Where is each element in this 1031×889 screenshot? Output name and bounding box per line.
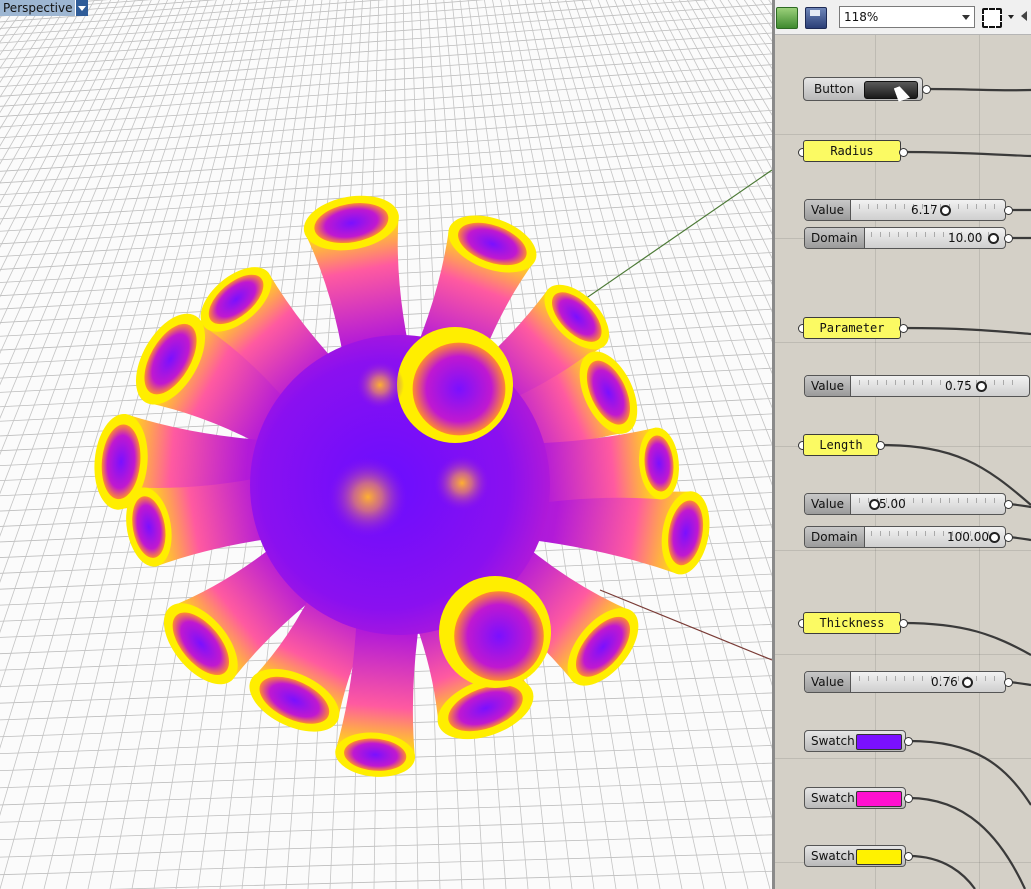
- slider-track[interactable]: [859, 380, 1019, 392]
- wires: [879, 87, 1031, 889]
- slider-tag: Domain: [805, 228, 865, 248]
- radius-domain-slider[interactable]: Domain 10.00: [804, 227, 1006, 249]
- length-domain-output-port[interactable]: [1004, 533, 1013, 542]
- slider-tag: Domain: [805, 527, 865, 547]
- swatch-yellow[interactable]: Swatch: [804, 845, 906, 867]
- swatch-color[interactable]: [856, 734, 902, 750]
- button-label: Button: [814, 82, 855, 96]
- slider-value: 0.76: [931, 675, 958, 689]
- save-disk-icon[interactable]: [805, 7, 827, 29]
- slider-grip[interactable]: [962, 677, 973, 688]
- front-mouth: [454, 591, 544, 681]
- slider-grip[interactable]: [940, 205, 951, 216]
- radius-param-label: Radius: [830, 144, 874, 158]
- inner-glow: [328, 457, 408, 537]
- inner-glow: [434, 455, 490, 511]
- slider-value: 5.00: [879, 497, 906, 511]
- viewport-menu-chevron-icon[interactable]: [75, 0, 88, 16]
- viewport-scene[interactable]: [0, 0, 772, 889]
- chevron-down-icon: [962, 15, 970, 20]
- thickness-value-output-port[interactable]: [1004, 678, 1013, 687]
- inner-glow: [356, 361, 404, 409]
- swatch-magenta[interactable]: Swatch: [804, 787, 906, 809]
- zoom-select[interactable]: 118%: [839, 6, 975, 28]
- swatch-output-port[interactable]: [904, 737, 913, 746]
- length-param-label: Length: [819, 438, 863, 452]
- swatch-output-port[interactable]: [904, 852, 913, 861]
- swatch-label: Swatch: [811, 849, 855, 863]
- folder-open-icon[interactable]: [776, 7, 798, 29]
- slider-value: 0.75: [945, 379, 972, 393]
- swatch-label: Swatch: [811, 791, 855, 805]
- gyroid-sphere-object[interactable]: [91, 189, 716, 780]
- zoom-extents-icon[interactable]: [982, 8, 1002, 28]
- slider-tag: Value: [805, 494, 851, 514]
- swatch-output-port[interactable]: [904, 794, 913, 803]
- slider-tag: Value: [805, 672, 851, 692]
- canvas-toolbar: 118%: [775, 0, 1031, 35]
- swatch-label: Swatch: [811, 734, 855, 748]
- parameter-param-label: Parameter: [819, 321, 885, 335]
- canvas-panel: 118% Button Radius Value 6.17 Domain 10.…: [775, 0, 1031, 889]
- zoom-value: 118%: [844, 10, 879, 24]
- slider-track[interactable]: [859, 676, 999, 688]
- slider-grip[interactable]: [976, 381, 987, 392]
- thickness-output-port[interactable]: [899, 619, 908, 628]
- parameter-param[interactable]: Parameter: [803, 317, 901, 339]
- radius-value-slider[interactable]: Value 6.17: [804, 199, 1006, 221]
- perspective-viewport[interactable]: Perspective: [0, 0, 772, 889]
- slider-grip[interactable]: [988, 233, 999, 244]
- length-param[interactable]: Length: [803, 434, 879, 456]
- node-canvas[interactable]: Button Radius Value 6.17 Domain 10.00 Pa…: [775, 35, 1031, 889]
- radius-value-output-port[interactable]: [1004, 206, 1013, 215]
- zoom-menu-chevron-icon[interactable]: [1008, 15, 1014, 19]
- length-value-slider[interactable]: Value 5.00: [804, 493, 1006, 515]
- length-domain-slider[interactable]: Domain 100.00: [804, 526, 1006, 548]
- slider-grip[interactable]: [989, 532, 1000, 543]
- thickness-value-slider[interactable]: Value 0.76: [804, 671, 1006, 693]
- length-value-output-port[interactable]: [1004, 500, 1013, 509]
- front-mouth: [412, 342, 506, 436]
- slider-value: 10.00: [948, 231, 983, 245]
- radius-output-port[interactable]: [899, 148, 908, 157]
- button-output-port[interactable]: [922, 85, 931, 94]
- swatch-purple[interactable]: Swatch: [804, 730, 906, 752]
- viewport-label[interactable]: Perspective: [0, 0, 76, 16]
- radius-param[interactable]: Radius: [803, 140, 901, 162]
- thickness-param-label: Thickness: [819, 616, 885, 630]
- radius-domain-output-port[interactable]: [1004, 234, 1013, 243]
- slider-value: 6.17: [911, 203, 938, 217]
- thickness-param[interactable]: Thickness: [803, 612, 901, 634]
- save-disk-label-area: [810, 10, 820, 16]
- slider-tag: Value: [805, 376, 851, 396]
- parameter-output-port[interactable]: [899, 324, 908, 333]
- swatch-color[interactable]: [856, 791, 902, 807]
- scroll-left-icon[interactable]: [1021, 11, 1027, 21]
- slider-tag: Value: [805, 200, 851, 220]
- swatch-color[interactable]: [856, 849, 902, 865]
- parameter-value-slider[interactable]: Value 0.75: [804, 375, 1030, 397]
- slider-value: 100.00: [947, 530, 989, 544]
- length-output-port[interactable]: [876, 441, 885, 450]
